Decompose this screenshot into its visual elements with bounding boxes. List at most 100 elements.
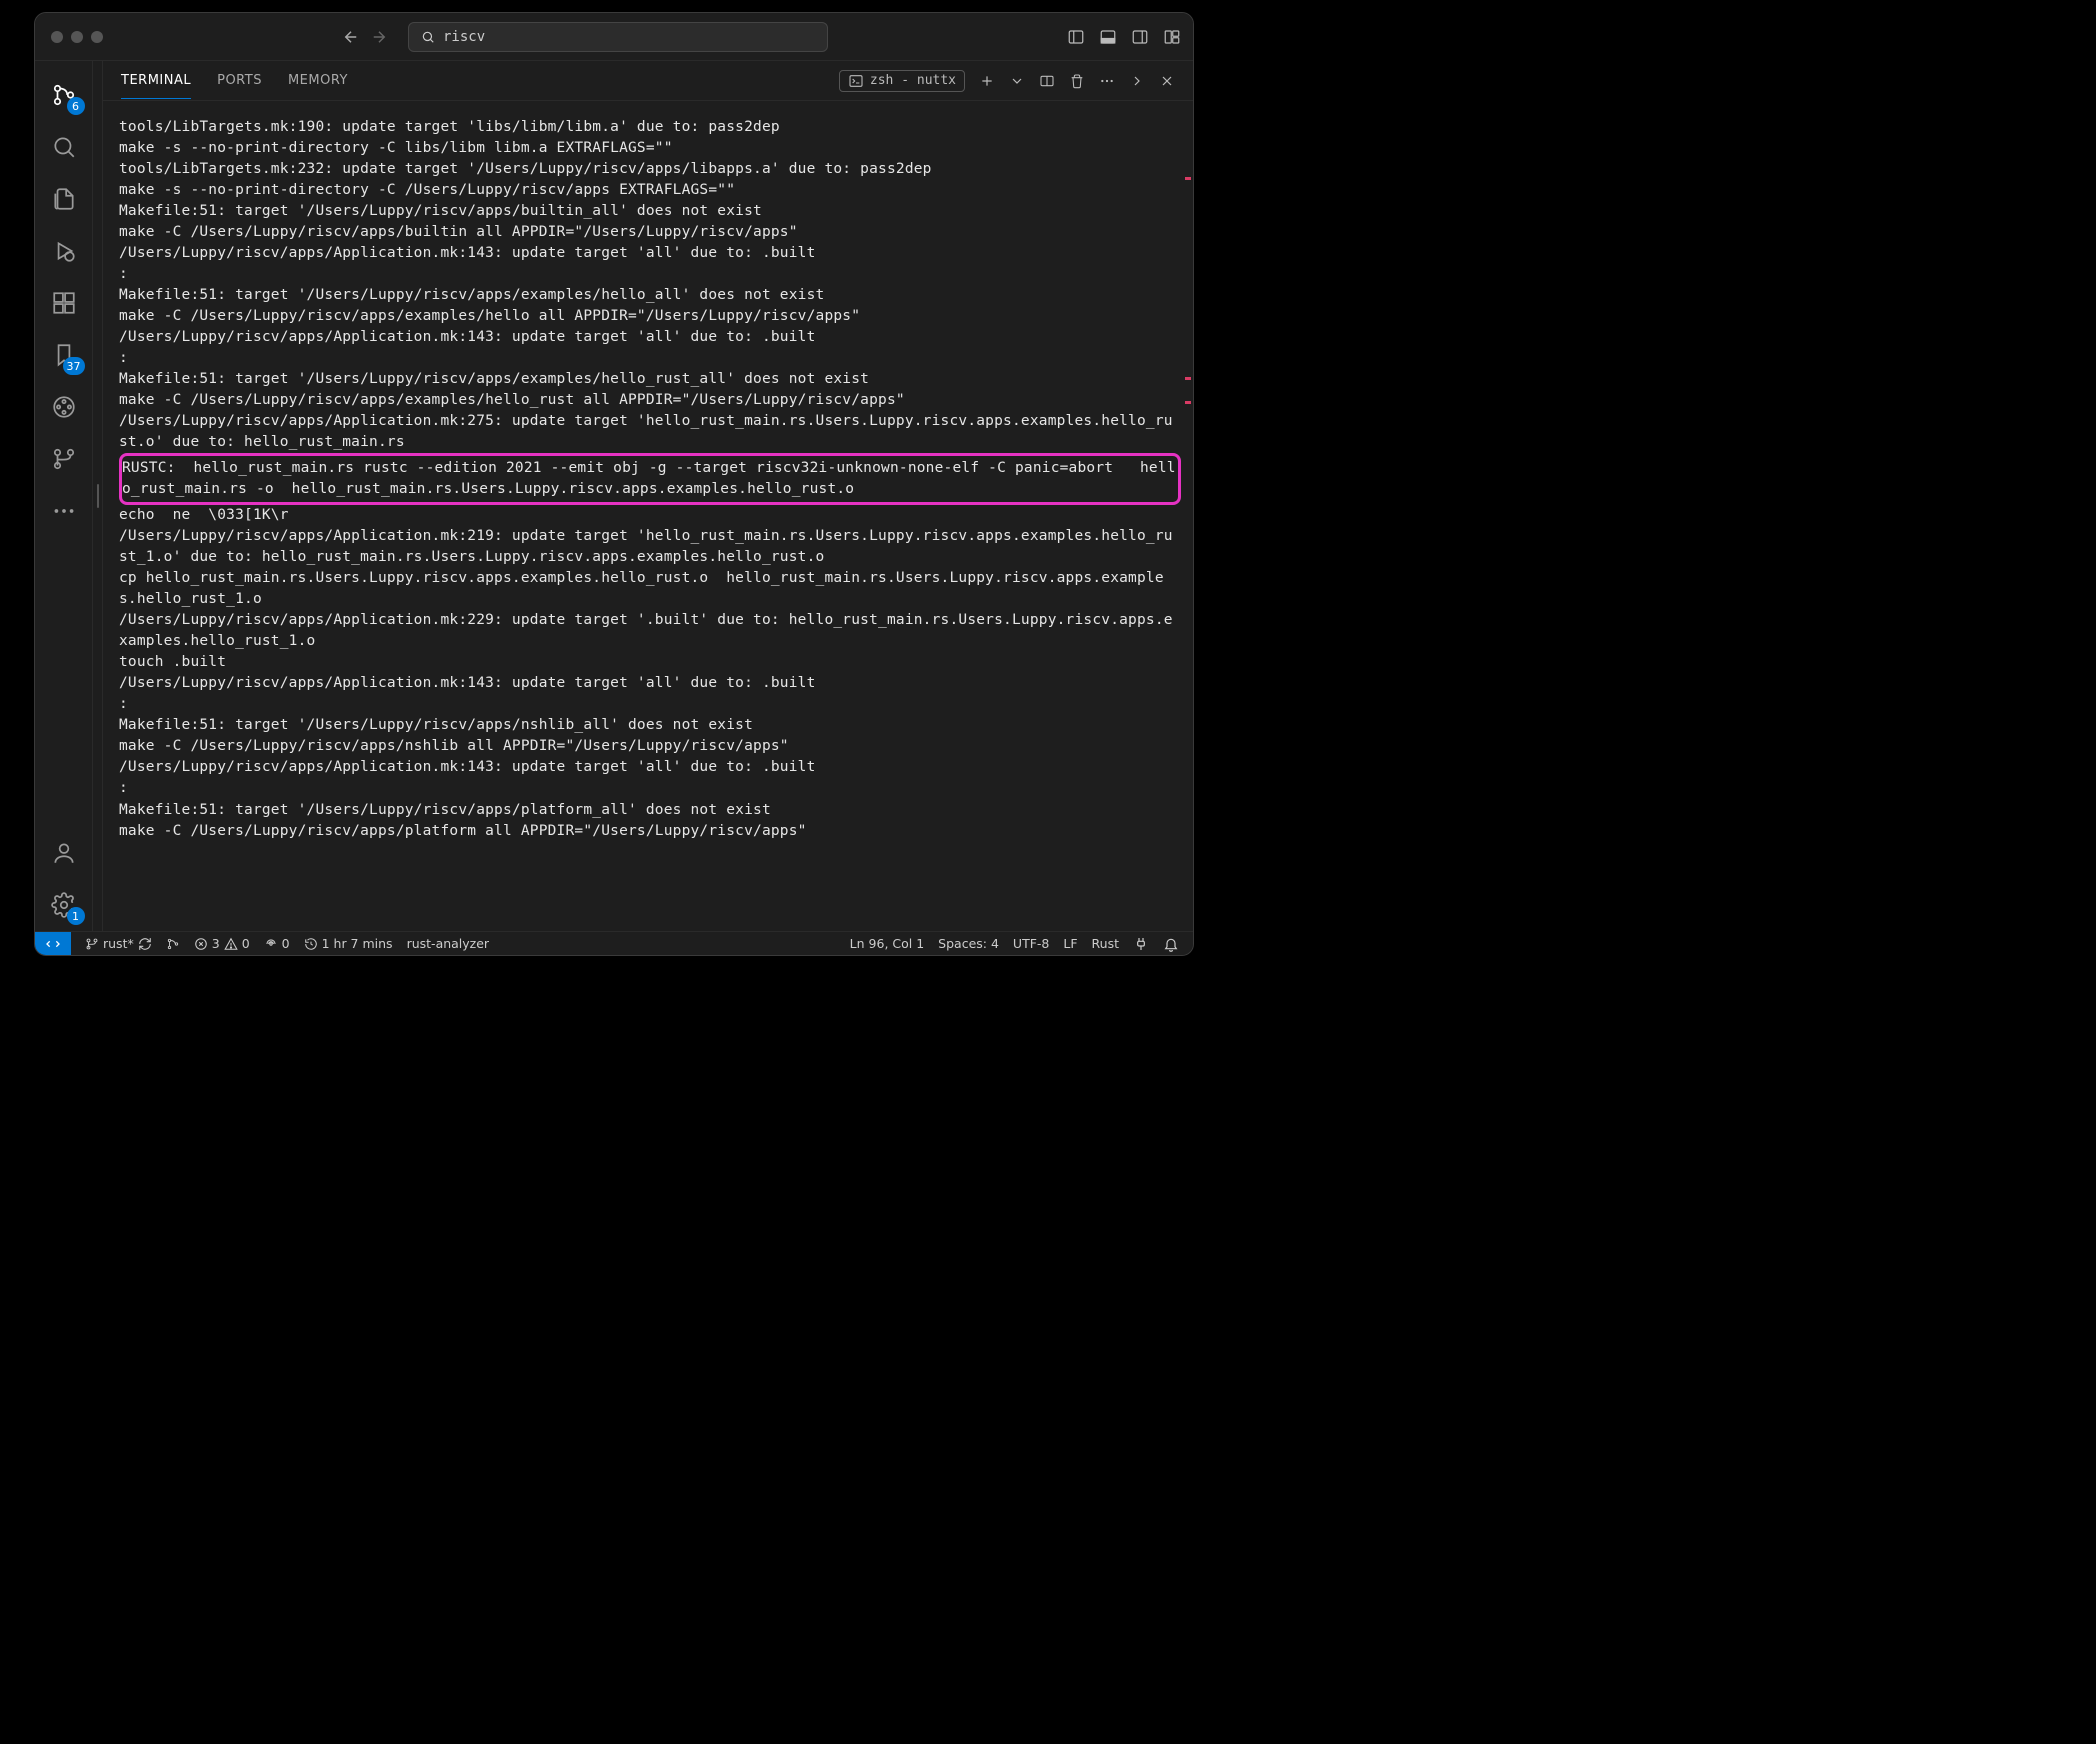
panel-actions: zsh - nuttx <box>839 70 1175 92</box>
more-actions-icon[interactable] <box>1099 73 1115 89</box>
status-encoding[interactable]: UTF-8 <box>1013 936 1049 951</box>
status-branch[interactable]: rust* <box>85 936 152 951</box>
layout-customize-icon[interactable] <box>1163 28 1181 46</box>
zoom-dot-icon[interactable] <box>91 31 103 43</box>
status-ports[interactable]: 0 <box>264 936 290 951</box>
scroll-marker <box>1185 377 1191 380</box>
terminal-line: make -C /Users/Luppy/riscv/apps/examples… <box>119 306 1181 327</box>
window-controls <box>47 31 103 43</box>
sync-icon <box>138 937 152 951</box>
status-lang[interactable]: Rust <box>1092 936 1119 951</box>
terminal-line: Makefile:51: target '/Users/Luppy/riscv/… <box>119 369 1181 390</box>
search-icon <box>51 134 77 160</box>
activity-gitlens[interactable] <box>35 381 93 433</box>
activity-git-graph[interactable] <box>35 433 93 485</box>
split-terminal-icon[interactable] <box>1039 73 1055 89</box>
terminal-profile-chip[interactable]: zsh - nuttx <box>839 70 965 92</box>
terminal-line: : <box>119 694 1181 715</box>
activity-accounts[interactable] <box>35 827 93 879</box>
nav-arrows <box>342 28 388 46</box>
terminal-line: make -s --no-print-directory -C /Users/L… <box>119 180 1181 201</box>
terminal-line: make -C /Users/Luppy/riscv/apps/nshlib a… <box>119 736 1181 757</box>
branch-name: rust* <box>103 936 134 951</box>
nav-forward-icon[interactable] <box>370 28 388 46</box>
files-icon <box>51 186 77 212</box>
plug-icon[interactable] <box>1133 936 1149 952</box>
panel-tab-row: TERMINAL PORTS MEMORY zsh - nuttx <box>103 61 1193 101</box>
activity-scm[interactable]: 6 <box>35 69 93 121</box>
maximize-panel-icon[interactable] <box>1129 73 1145 89</box>
terminal-line: make -s --no-print-directory -C libs/lib… <box>119 138 1181 159</box>
close-panel-icon[interactable] <box>1159 73 1175 89</box>
terminal-line: Makefile:51: target '/Users/Luppy/riscv/… <box>119 201 1181 222</box>
layout-panel-icon[interactable] <box>1099 28 1117 46</box>
terminal-line: cp hello_rust_main.rs.Users.Luppy.riscv.… <box>119 568 1181 610</box>
status-problems[interactable]: 3 0 <box>194 936 250 951</box>
terminal-body[interactable]: tools/LibTargets.mk:190: update target '… <box>103 101 1193 931</box>
terminal-line: make -C /Users/Luppy/riscv/apps/examples… <box>119 390 1181 411</box>
terminal-line: /Users/Luppy/riscv/apps/Application.mk:2… <box>119 411 1181 453</box>
error-count: 3 <box>212 936 220 951</box>
error-icon <box>194 937 208 951</box>
activity-explorer[interactable] <box>35 173 93 225</box>
status-time[interactable]: 1 hr 7 mins <box>304 936 393 951</box>
tab-terminal[interactable]: TERMINAL <box>121 73 191 99</box>
chevron-down-icon[interactable] <box>1009 73 1025 89</box>
activity-extensions[interactable] <box>35 277 93 329</box>
history-icon <box>304 937 318 951</box>
terminal-line: tools/LibTargets.mk:190: update target '… <box>119 117 1181 138</box>
radio-tower-icon <box>264 937 278 951</box>
terminal-line: make -C /Users/Luppy/riscv/apps/builtin … <box>119 222 1181 243</box>
terminal-line: : <box>119 264 1181 285</box>
tab-memory[interactable]: MEMORY <box>288 73 348 88</box>
minimize-dot-icon[interactable] <box>71 31 83 43</box>
status-cursor[interactable]: Ln 96, Col 1 <box>850 936 925 951</box>
warning-icon <box>224 937 238 951</box>
nav-back-icon[interactable] <box>342 28 360 46</box>
activity-settings[interactable]: 1 <box>35 879 93 931</box>
git-graph-icon <box>166 937 180 951</box>
terminal-line: /Users/Luppy/riscv/apps/Application.mk:1… <box>119 757 1181 778</box>
scm-badge: 6 <box>67 97 85 115</box>
layout-controls <box>1067 28 1181 46</box>
terminal-line: echo ne \033[1K\r <box>119 505 1181 526</box>
search-value: riscv <box>443 29 485 45</box>
status-git-graph[interactable] <box>166 937 180 951</box>
terminal-icon <box>848 73 864 89</box>
terminal-line: Makefile:51: target '/Users/Luppy/riscv/… <box>119 800 1181 821</box>
terminal-line: /Users/Luppy/riscv/apps/Application.mk:2… <box>119 610 1181 652</box>
search-icon <box>421 30 435 44</box>
warning-count: 0 <box>242 936 250 951</box>
layout-sidebar-left-icon[interactable] <box>1067 28 1085 46</box>
title-bar: riscv <box>35 13 1193 61</box>
terminal-line: /Users/Luppy/riscv/apps/Application.mk:1… <box>119 673 1181 694</box>
status-bar: rust* 3 0 0 1 hr 7 mins rust-analyzer Ln… <box>35 931 1193 955</box>
remote-icon <box>45 936 61 952</box>
close-dot-icon[interactable] <box>51 31 63 43</box>
activity-more[interactable] <box>35 485 93 537</box>
kill-terminal-icon[interactable] <box>1069 73 1085 89</box>
activity-run[interactable] <box>35 225 93 277</box>
extensions-icon <box>51 290 77 316</box>
remote-indicator[interactable] <box>35 932 71 955</box>
gitlens-icon <box>51 394 77 420</box>
new-terminal-icon[interactable] <box>979 73 995 89</box>
terminal-line: touch .built <box>119 652 1181 673</box>
analyzer-label: rust-analyzer <box>407 936 490 951</box>
activity-bar: 6 37 <box>35 61 93 931</box>
bell-icon[interactable] <box>1163 936 1179 952</box>
terminal-line: tools/LibTargets.mk:232: update target '… <box>119 159 1181 180</box>
status-eol[interactable]: LF <box>1063 936 1077 951</box>
layout-sidebar-right-icon[interactable] <box>1131 28 1149 46</box>
status-indent[interactable]: Spaces: 4 <box>938 936 999 951</box>
main-area: 6 37 <box>35 61 1193 931</box>
activity-bookmarks[interactable]: 37 <box>35 329 93 381</box>
activity-search[interactable] <box>35 121 93 173</box>
status-analyzer[interactable]: rust-analyzer <box>407 936 490 951</box>
sidebar-resize-handle[interactable] <box>93 61 103 931</box>
terminal-line: : <box>119 348 1181 369</box>
ellipsis-icon <box>51 498 77 524</box>
command-center[interactable]: riscv <box>408 22 828 52</box>
tab-ports[interactable]: PORTS <box>217 73 262 88</box>
terminal-line: /Users/Luppy/riscv/apps/Application.mk:1… <box>119 243 1181 264</box>
